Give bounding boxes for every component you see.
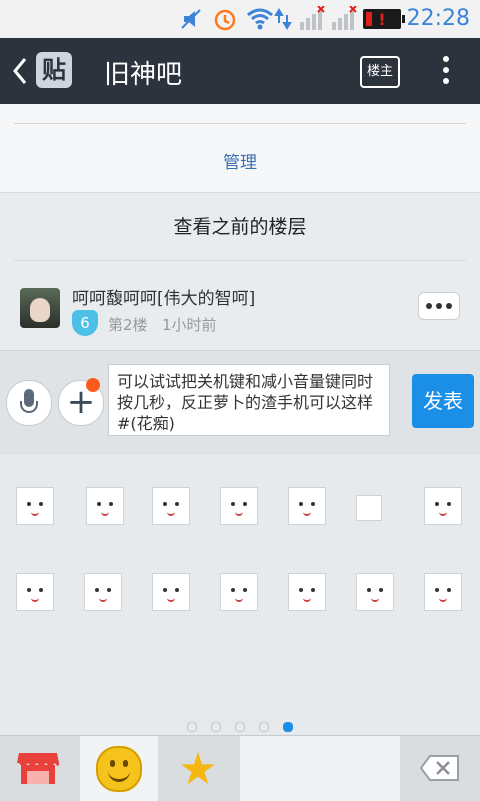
- page-title: 旧神吧: [104, 60, 183, 90]
- divider: [14, 123, 466, 124]
- level-badge: 6: [72, 310, 98, 336]
- star-icon: ★: [178, 744, 218, 795]
- emoji-8[interactable]: [16, 573, 54, 611]
- reply-text-input[interactable]: 可以试试把关机键和减小音量键同时按几秒，反正萝卜的渣手机可以这样#(花痴): [108, 364, 390, 436]
- manage-link[interactable]: 管理: [0, 148, 480, 173]
- shop-tab[interactable]: [0, 736, 78, 801]
- page-dot[interactable]: [211, 722, 221, 732]
- reply-time: 1小时前: [162, 316, 217, 334]
- status-bar: ! 22:28: [0, 0, 480, 38]
- divider: [14, 260, 466, 261]
- svg-text:!: !: [378, 10, 385, 29]
- wifi-icon: [247, 8, 273, 30]
- emoji-3[interactable]: [152, 487, 190, 525]
- backspace-icon: [420, 755, 459, 781]
- emoji-2[interactable]: [86, 487, 124, 525]
- data-arrows-icon: [274, 8, 292, 30]
- floor-number: 第2楼: [108, 316, 148, 334]
- delete-button[interactable]: [400, 736, 480, 801]
- mute-icon: [181, 9, 201, 29]
- emoji-4[interactable]: [220, 487, 258, 525]
- page-dot[interactable]: [235, 722, 245, 732]
- page-dot[interactable]: [187, 722, 197, 732]
- emoji-tab[interactable]: [80, 736, 158, 801]
- tab-spacer: [240, 736, 400, 801]
- signal-icon: [332, 6, 357, 30]
- emoji-7[interactable]: [424, 487, 462, 525]
- view-previous-floors[interactable]: 查看之前的楼层: [0, 212, 480, 239]
- post-card-bottom: 管理: [0, 104, 480, 193]
- alarm-icon: [214, 9, 236, 31]
- voice-input-button[interactable]: [6, 380, 52, 426]
- top-nav-bar: 贴 旧神吧 楼主: [0, 38, 480, 104]
- back-chevron-icon[interactable]: [10, 56, 30, 86]
- tieba-logo[interactable]: 贴: [36, 52, 72, 88]
- smiley-icon: [96, 746, 142, 792]
- emoji-13[interactable]: [356, 573, 394, 611]
- more-vertical-icon[interactable]: [434, 52, 458, 90]
- only-owner-button[interactable]: 楼主: [360, 56, 400, 88]
- emoji-1[interactable]: [16, 487, 54, 525]
- emoji-10[interactable]: [152, 573, 190, 611]
- emoji-12[interactable]: [288, 573, 326, 611]
- emoji-9[interactable]: [84, 573, 122, 611]
- emoji-5[interactable]: [288, 487, 326, 525]
- emoji-6[interactable]: [356, 495, 382, 521]
- signal-icon: [300, 6, 325, 30]
- page-dot-active[interactable]: [283, 722, 293, 732]
- emoji-14[interactable]: [424, 573, 462, 611]
- page-dot[interactable]: [259, 722, 269, 732]
- emoji-panel: [0, 455, 480, 735]
- emoji-tab-bar: ★: [0, 735, 480, 801]
- more-options-button[interactable]: [418, 292, 460, 320]
- page-indicator: [0, 717, 480, 732]
- battery-low-icon: !: [363, 9, 405, 29]
- reply-username[interactable]: 呵呵馥呵呵[伟大的智呵]: [72, 284, 255, 309]
- notification-dot: [86, 378, 100, 392]
- avatar[interactable]: [20, 288, 60, 328]
- shop-icon: [17, 753, 59, 784]
- emoji-11[interactable]: [220, 573, 258, 611]
- send-button[interactable]: 发表: [412, 374, 474, 428]
- favorites-tab[interactable]: ★: [160, 736, 238, 801]
- status-time: 22:28: [406, 6, 470, 31]
